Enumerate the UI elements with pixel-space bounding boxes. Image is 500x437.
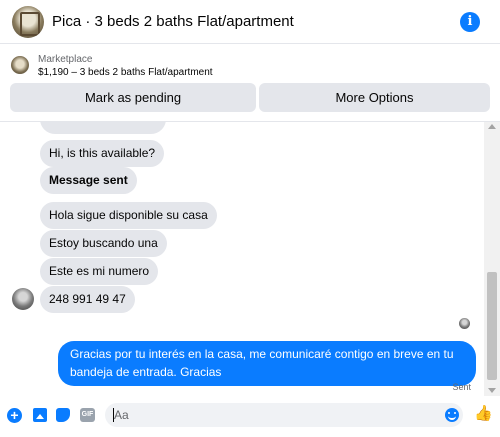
message-bubble: 248 991 49 47 [40, 286, 135, 313]
scroll-up-arrow-icon[interactable] [488, 124, 496, 129]
message-composer: + GIF 👍 [0, 396, 500, 437]
conversation-header: Pica · 3 beds 2 baths Flat/apartment i [0, 0, 500, 44]
message-bubble: Hi, is this available? [40, 140, 165, 167]
scroll-down-arrow-icon[interactable] [488, 388, 496, 393]
image-icon[interactable] [33, 408, 47, 422]
thumbs-up-icon[interactable]: 👍 [474, 406, 493, 422]
message-bubble: Este es mi numero [40, 258, 159, 285]
message-list[interactable]: Hi, is this available? Message sent Hola… [0, 122, 484, 396]
info-icon[interactable]: i [460, 12, 480, 32]
more-options-button[interactable]: More Options [259, 83, 490, 112]
message-bubble: Estoy buscando una [40, 230, 167, 257]
conversation-title[interactable]: Pica · 3 beds 2 baths Flat/apartment [52, 13, 294, 30]
listing-summary[interactable]: $1,190 – 3 beds 2 baths Flat/apartment [38, 67, 213, 78]
marketplace-listing-card: Marketplace $1,190 – 3 beds 2 baths Flat… [0, 45, 500, 122]
sticker-icon[interactable] [56, 408, 70, 422]
marketplace-label: Marketplace [38, 54, 93, 65]
plus-icon[interactable]: + [7, 408, 22, 423]
listing-thumbnail[interactable] [11, 56, 29, 74]
sender-avatar[interactable] [12, 288, 34, 310]
listing-avatar[interactable] [12, 6, 44, 38]
sent-status: Sent [452, 382, 471, 392]
outgoing-message-bubble: Gracias por tu interés en la casa, me co… [58, 341, 476, 386]
message-bubble-cropped [40, 122, 166, 134]
message-bubble: Message sent [40, 167, 137, 194]
message-bubble: Hola sigue disponible su casa [40, 202, 217, 229]
emoji-icon[interactable] [445, 408, 459, 422]
message-input[interactable] [105, 403, 463, 427]
gif-icon[interactable]: GIF [80, 408, 95, 422]
mark-as-pending-button[interactable]: Mark as pending [10, 83, 256, 112]
scrollbar-thumb[interactable] [487, 272, 497, 380]
message-scrollbar[interactable] [484, 122, 500, 396]
text-caret [113, 408, 114, 422]
seen-receipt-avatar [459, 318, 470, 329]
